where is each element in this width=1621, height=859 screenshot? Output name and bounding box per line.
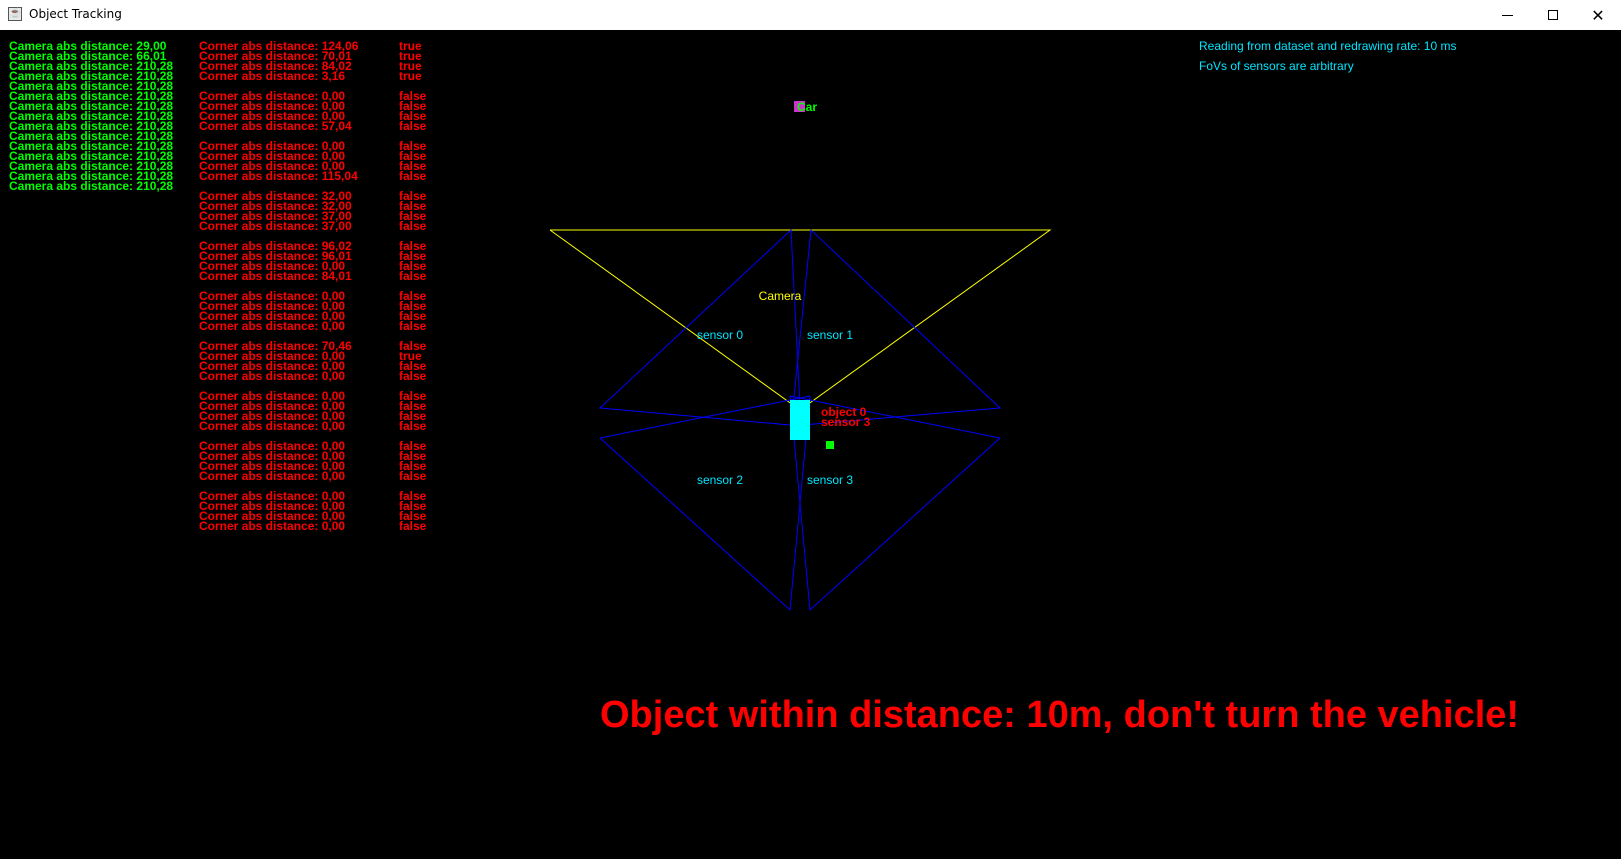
object-marker: [826, 441, 834, 449]
sensor-2-fov: [598, 395, 811, 612]
minimize-icon: [1501, 14, 1513, 16]
camera-label: Camera: [759, 289, 802, 303]
sensor-0-label: sensor 0: [697, 328, 743, 342]
minimize-button[interactable]: [1484, 0, 1530, 30]
window-title: Object Tracking: [29, 7, 122, 21]
object-sensor-label: sensor 3: [821, 415, 871, 429]
sensor-3-label: sensor 3: [807, 473, 853, 487]
java-app-icon: ☕: [8, 7, 22, 21]
sensor-1-label: sensor 1: [807, 328, 853, 342]
car-label: Car: [797, 100, 817, 114]
camera-fov-lines: [549, 229, 1052, 411]
sensor-2-label: sensor 2: [697, 473, 743, 487]
maximize-button[interactable]: [1530, 0, 1576, 30]
maximize-icon: [1548, 10, 1558, 20]
close-icon: ✕: [1591, 5, 1605, 25]
ego-vehicle: [790, 400, 810, 440]
close-button[interactable]: ✕: [1575, 0, 1621, 30]
title-bar: ☕ Object Tracking ✕: [0, 0, 1621, 30]
distance-warning: Object within distance: 10m, don't turn …: [600, 694, 1520, 736]
